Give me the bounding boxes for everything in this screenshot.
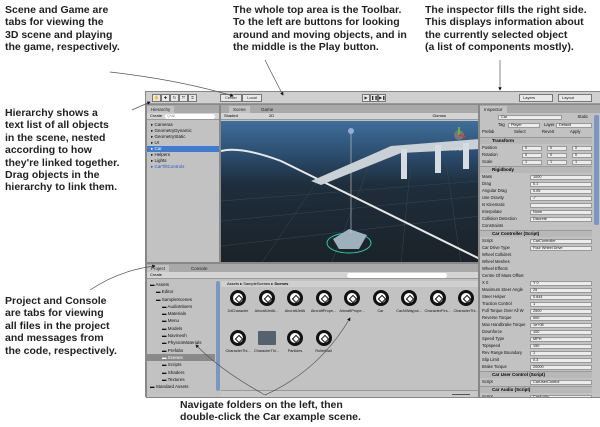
callout-arrows [89,59,502,396]
